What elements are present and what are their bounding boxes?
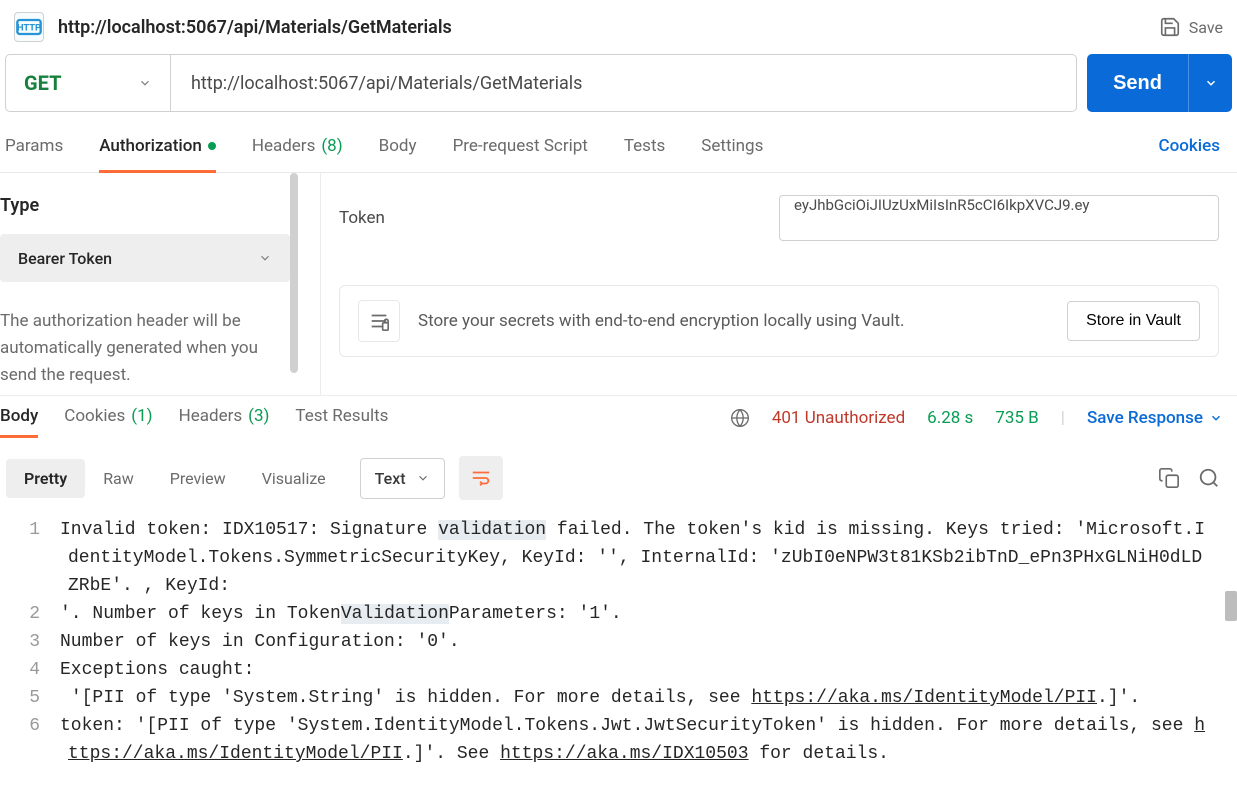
tab-label: Tests <box>624 136 665 156</box>
line-number: 5 <box>10 684 60 712</box>
tab-label: Test Results <box>295 406 388 426</box>
response-time: 6.28 s <box>927 408 973 428</box>
authorization-panel: Type Bearer Token The authorization head… <box>0 173 1237 395</box>
tab-count: (1) <box>131 406 152 426</box>
chevron-down-icon <box>138 76 152 90</box>
code-text: Invalid token: IDX10517: Signature valid… <box>60 516 1237 600</box>
request-tabs: Params Authorization Headers (8) Body Pr… <box>0 122 1237 173</box>
tab-label: Pre-request Script <box>453 136 588 156</box>
view-preview[interactable]: Preview <box>152 459 244 498</box>
auth-description: The authorization header will be automat… <box>0 308 290 390</box>
tab-headers[interactable]: Headers (8) <box>252 136 343 172</box>
tab-label: Authorization <box>99 136 202 156</box>
tab-authorization[interactable]: Authorization <box>99 136 216 172</box>
code-text: token: '[PII of type 'System.IdentityMod… <box>60 712 1237 768</box>
method-select[interactable]: GET <box>5 54 171 112</box>
method-value: GET <box>24 71 61 95</box>
token-label: Token <box>339 208 779 228</box>
send-button[interactable]: Send <box>1087 54 1188 112</box>
token-input[interactable]: eyJhbGciOiJIUzUxMiIsInR5cCI6IkpXVCJ9.ey <box>779 195 1219 241</box>
active-dot-icon <box>208 142 216 150</box>
vault-banner: Store your secrets with end-to-end encry… <box>339 285 1219 357</box>
tab-cookies[interactable]: Cookies <box>1159 136 1220 172</box>
scrollbar-thumb[interactable] <box>1225 591 1237 621</box>
type-label: Type <box>0 195 290 216</box>
url-value: http://localhost:5067/api/Materials/GetM… <box>191 73 582 94</box>
chevron-down-icon <box>258 251 272 265</box>
token-row: Token eyJhbGciOiJIUzUxMiIsInR5cCI6IkpXVC… <box>339 195 1219 241</box>
send-dropdown[interactable] <box>1188 54 1232 112</box>
request-title: http://localhost:5067/api/Materials/GetM… <box>58 17 452 38</box>
vault-text: Store your secrets with end-to-end encry… <box>418 311 1067 331</box>
view-toolbar: Pretty Raw Preview Visualize Text <box>0 440 1237 516</box>
resp-tab-body[interactable]: Body <box>0 406 38 430</box>
view-visualize[interactable]: Visualize <box>244 459 344 498</box>
send-group: Send <box>1087 54 1232 112</box>
format-value: Text <box>375 469 406 488</box>
tab-label: Params <box>5 136 63 156</box>
tab-params[interactable]: Params <box>5 136 63 172</box>
header-bar: HTTP http://localhost:5067/api/Materials… <box>0 0 1237 54</box>
url-input[interactable]: http://localhost:5067/api/Materials/GetM… <box>171 54 1077 112</box>
auth-type-panel: Type Bearer Token The authorization head… <box>0 173 290 395</box>
chevron-down-icon <box>1204 76 1218 90</box>
code-text: Exceptions caught: <box>60 656 284 684</box>
tab-prerequest[interactable]: Pre-request Script <box>453 136 588 172</box>
scrollbar[interactable] <box>290 173 298 373</box>
resp-tab-testresults[interactable]: Test Results <box>295 406 388 430</box>
tab-label: Cookies <box>64 406 125 426</box>
copy-button[interactable] <box>1155 464 1183 492</box>
globe-icon[interactable] <box>730 408 750 428</box>
search-button[interactable] <box>1195 464 1223 492</box>
tab-count: (8) <box>321 136 342 156</box>
wrap-toggle[interactable] <box>459 456 503 500</box>
view-pretty[interactable]: Pretty <box>6 459 85 498</box>
save-response-label: Save Response <box>1087 408 1203 428</box>
tab-settings[interactable]: Settings <box>701 136 763 172</box>
request-bar: GET http://localhost:5067/api/Materials/… <box>0 54 1237 122</box>
tab-label: Body <box>379 136 417 156</box>
line-number: 4 <box>10 656 60 684</box>
code-text: '. Number of keys in TokenValidationPara… <box>60 600 663 628</box>
line-number: 1 <box>10 516 60 600</box>
auth-type-select[interactable]: Bearer Token <box>0 234 290 282</box>
save-button[interactable]: Save <box>1159 16 1223 38</box>
view-raw[interactable]: Raw <box>85 459 152 498</box>
resp-tab-headers[interactable]: Headers (3) <box>179 406 270 430</box>
svg-text:HTTP: HTTP <box>17 23 41 34</box>
wrap-icon <box>470 467 492 489</box>
vault-icon <box>358 300 400 342</box>
tab-tests[interactable]: Tests <box>624 136 665 172</box>
code-text: Number of keys in Configuration: '0'. <box>60 628 500 656</box>
tab-body[interactable]: Body <box>379 136 417 172</box>
auth-details-panel: Token eyJhbGciOiJIUzUxMiIsInR5cCI6IkpXVC… <box>320 173 1237 395</box>
auth-type-value: Bearer Token <box>18 249 112 268</box>
tab-label: Headers <box>252 136 316 156</box>
format-select[interactable]: Text <box>360 458 445 499</box>
chevron-down-icon <box>1209 411 1223 425</box>
tab-label: Body <box>0 406 38 426</box>
tab-label: Settings <box>701 136 763 156</box>
line-number: 2 <box>10 600 60 628</box>
tab-label: Cookies <box>1159 136 1220 156</box>
response-body[interactable]: 1Invalid token: IDX10517: Signature vali… <box>0 516 1237 768</box>
status-code: 401 Unauthorized <box>772 408 905 428</box>
tab-count: (3) <box>248 406 269 426</box>
code-text: '[PII of type 'System.String' is hidden.… <box>60 684 1170 712</box>
save-response-button[interactable]: Save Response <box>1087 408 1223 428</box>
resp-tab-cookies[interactable]: Cookies (1) <box>64 406 152 430</box>
line-number: 6 <box>10 712 60 768</box>
save-label: Save <box>1189 18 1223 37</box>
copy-icon <box>1158 467 1180 489</box>
response-header: Body Cookies (1) Headers (3) Test Result… <box>0 395 1237 440</box>
save-icon <box>1159 16 1181 38</box>
store-vault-button[interactable]: Store in Vault <box>1067 301 1200 341</box>
tab-label: Headers <box>179 406 243 426</box>
chevron-down-icon <box>416 471 430 485</box>
line-number: 3 <box>10 628 60 656</box>
http-icon: HTTP <box>14 12 44 42</box>
response-size: 735 B <box>995 408 1038 428</box>
search-icon <box>1198 467 1220 489</box>
